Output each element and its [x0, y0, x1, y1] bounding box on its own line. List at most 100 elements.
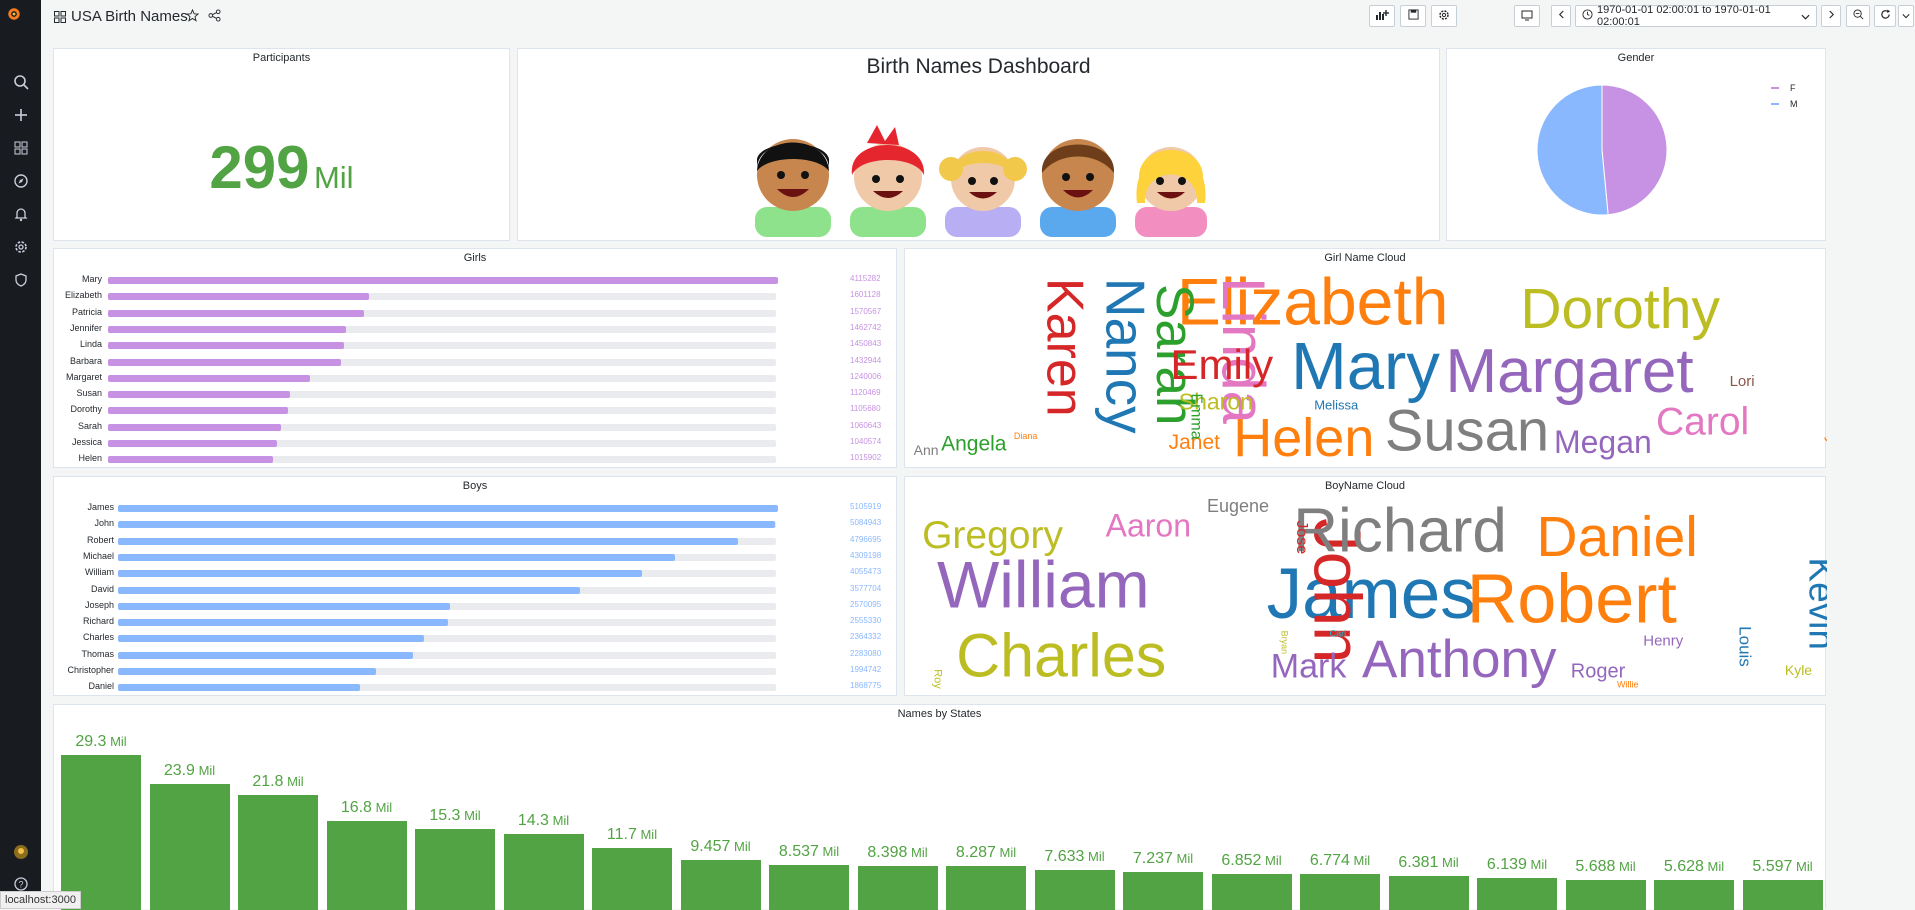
state-bar-label: 11.7 Mil [582, 826, 682, 844]
state-bar[interactable] [1654, 880, 1734, 910]
bar-fill[interactable] [108, 440, 277, 447]
bar-fill[interactable] [118, 505, 778, 512]
state-bar[interactable] [592, 848, 672, 910]
legend-label-F[interactable]: F [1790, 83, 1796, 93]
dashboard-title[interactable]: USA Birth Names [71, 8, 188, 25]
plus-icon[interactable] [0, 101, 41, 129]
time-range-picker[interactable]: 1970-01-01 02:00:01 to 1970-01-01 02:00:… [1575, 5, 1817, 27]
pie-slice-F[interactable] [1602, 85, 1667, 215]
save-dashboard-button[interactable] [1400, 5, 1426, 27]
pie-slice-M[interactable] [1537, 85, 1608, 215]
bar-fill[interactable] [108, 342, 344, 349]
dashboards-grid-icon [54, 10, 66, 28]
add-panel-button[interactable] [1369, 5, 1395, 27]
bar-fill[interactable] [118, 521, 775, 528]
avatar[interactable] [0, 838, 41, 866]
bar-fill[interactable] [118, 635, 424, 642]
bar-value: 1060643 [850, 421, 881, 430]
bar-value: 1432944 [850, 356, 881, 365]
bar-fill[interactable] [108, 277, 778, 284]
bar-row: Sarah1060643 [54, 419, 894, 435]
time-forward-button[interactable] [1821, 5, 1841, 27]
bar-fill[interactable] [108, 310, 364, 317]
bar-label: Robert [58, 535, 114, 545]
bar-fill[interactable] [108, 326, 346, 333]
bar-fill[interactable] [118, 668, 376, 675]
cloud-word: Willie [1617, 680, 1639, 690]
bar-fill[interactable] [108, 456, 273, 463]
bar-fill[interactable] [118, 554, 675, 561]
state-bar-label: 9.457 Mil [671, 838, 771, 856]
refresh-interval-dropdown[interactable] [1898, 5, 1914, 27]
bar-label: Elizabeth [58, 290, 102, 300]
state-bar-label: 8.537 Mil [759, 843, 859, 861]
state-bar[interactable] [946, 866, 1026, 910]
bar-fill[interactable] [118, 538, 738, 545]
bar-fill[interactable] [118, 570, 642, 577]
kids-illustration [747, 125, 1207, 237]
dashboards-icon[interactable] [0, 134, 41, 162]
bar-fill[interactable] [118, 684, 360, 691]
bar-fill[interactable] [108, 375, 310, 382]
state-bar[interactable] [61, 755, 141, 910]
bar-value: 4796695 [850, 535, 881, 544]
bar-fill[interactable] [118, 587, 580, 594]
state-bar[interactable] [681, 860, 761, 910]
bar-label: Mary [58, 274, 102, 284]
bar-track [108, 456, 776, 463]
state-bar[interactable] [415, 829, 495, 910]
state-bar[interactable] [1212, 874, 1292, 910]
cloud-word: Carol [1656, 401, 1749, 444]
state-bar[interactable] [769, 865, 849, 910]
state-bar[interactable] [1743, 880, 1823, 910]
dashboard-settings-button[interactable] [1431, 5, 1457, 27]
state-bar[interactable] [1389, 876, 1469, 910]
legend-label-M[interactable]: M [1790, 99, 1798, 109]
bar-track [118, 635, 776, 642]
bar-fill[interactable] [108, 424, 281, 431]
search-icon[interactable] [0, 68, 41, 96]
explore-icon[interactable] [0, 167, 41, 195]
bar-value: 1015902 [850, 453, 881, 462]
bar-fill[interactable] [108, 391, 290, 398]
grafana-logo-icon[interactable] [6, 6, 34, 34]
panel-title: Boys [54, 480, 896, 492]
bar-track [118, 587, 776, 594]
state-bar[interactable] [327, 821, 407, 910]
state-bar[interactable] [238, 795, 318, 910]
bar-fill[interactable] [118, 603, 450, 610]
state-bar[interactable] [1477, 878, 1557, 910]
config-icon[interactable] [0, 233, 41, 261]
bar-value: 1994742 [850, 665, 881, 674]
state-bar[interactable] [1035, 870, 1115, 910]
time-back-button[interactable] [1551, 5, 1571, 27]
state-bar[interactable] [504, 834, 584, 910]
state-bar[interactable] [1566, 880, 1646, 910]
state-bar[interactable] [1300, 874, 1380, 910]
bar-fill[interactable] [108, 293, 369, 300]
state-bar[interactable] [858, 866, 938, 910]
state-bar[interactable] [1123, 872, 1203, 910]
tv-mode-button[interactable] [1514, 5, 1540, 27]
refresh-button[interactable] [1874, 5, 1896, 27]
chevron-down-icon [1801, 11, 1810, 23]
cloud-word: Daniel [1536, 505, 1698, 569]
share-icon[interactable] [208, 9, 221, 27]
state-bar-label: 8.398 Mil [848, 844, 948, 862]
cloud-word: Eugene [1207, 496, 1269, 516]
bar-fill[interactable] [118, 652, 413, 659]
state-bar[interactable] [150, 784, 230, 910]
bar-value: 1570567 [850, 307, 881, 316]
shield-icon[interactable] [0, 266, 41, 294]
star-icon[interactable] [186, 9, 199, 27]
bar-row: William4055473 [54, 565, 894, 581]
bar-fill[interactable] [108, 359, 341, 366]
girls-panel: Girls Mary4115282Elizabeth1601128Patrici… [53, 248, 897, 468]
state-bar-label: 6.139 Mil [1467, 856, 1567, 874]
cloud-word: Angela [941, 432, 1007, 455]
bar-fill[interactable] [118, 619, 448, 626]
alerting-icon[interactable] [0, 200, 41, 228]
zoom-out-button[interactable] [1846, 5, 1870, 27]
cloud-word: Diana [1014, 431, 1038, 441]
bar-fill[interactable] [108, 407, 288, 414]
